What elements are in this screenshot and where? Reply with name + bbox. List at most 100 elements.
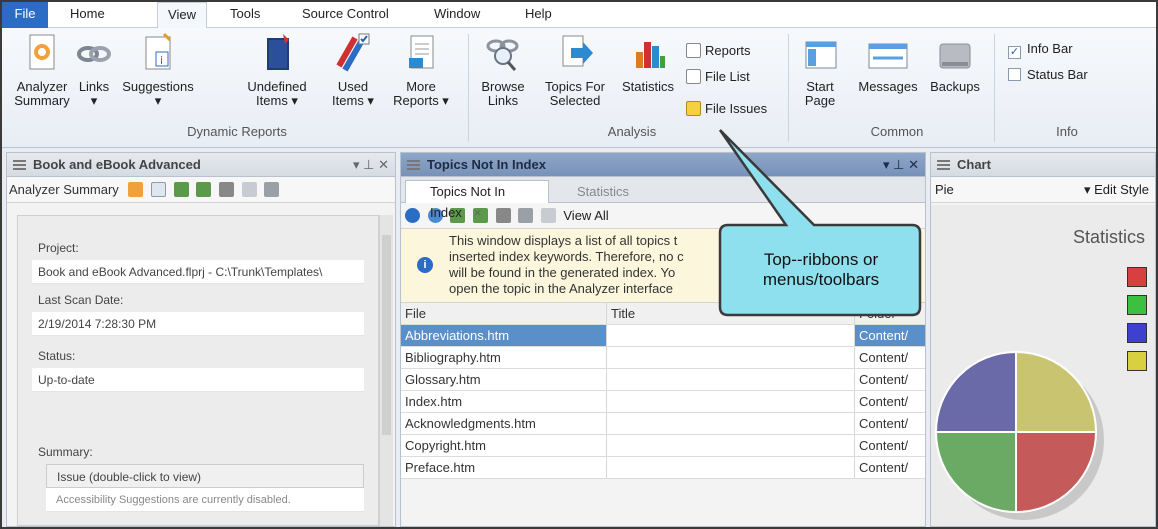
topics-for-selected-label1: Topics For <box>545 79 605 94</box>
analyzer-summary-toolbar-label: Analyzer Summary <box>9 182 119 197</box>
menu-bar: File Home View Tools Source Control Wind… <box>2 2 1156 29</box>
options-icon[interactable] <box>518 208 534 223</box>
pane-menu-icon[interactable] <box>407 160 420 170</box>
start-page-button[interactable]: Start Page <box>800 32 840 108</box>
print-icon[interactable] <box>495 208 511 223</box>
undefined-items-button[interactable]: Undefined Items ▾ <box>242 32 312 108</box>
browse-links-button[interactable]: Browse Links <box>476 32 530 108</box>
menu-source-control[interactable]: Source Control <box>302 2 389 28</box>
summary-icon[interactable] <box>128 182 144 197</box>
suggestions-button[interactable]: i Suggestions ▾ <box>118 32 198 108</box>
cell-folder: Content/ <box>855 435 925 456</box>
options-icon[interactable] <box>264 182 280 197</box>
cell-folder: Content/ <box>855 413 925 434</box>
used-items-button[interactable]: Used Items ▾ <box>328 32 378 108</box>
topics-for-selected-icon <box>562 35 593 67</box>
undefined-items-icon <box>267 34 289 70</box>
column-title[interactable]: Title <box>607 303 855 324</box>
analyzer-summary-label2: Summary <box>14 93 70 108</box>
column-folder[interactable]: Folder <box>855 303 925 324</box>
reports-button[interactable]: Reports <box>686 42 751 60</box>
dynamic-reports-group-label: Dynamic Reports <box>187 124 287 139</box>
pane-menu-icon[interactable] <box>937 160 950 170</box>
start-page-label1: Start <box>806 79 834 94</box>
topics-for-selected-button[interactable]: Topics For Selected <box>536 32 614 108</box>
table-header: File Title Folder <box>401 303 925 325</box>
menu-home[interactable]: Home <box>70 2 105 28</box>
pane-controls[interactable]: ▾ ⊥ ✕ <box>353 153 389 177</box>
cell-folder: Content/ <box>855 391 925 412</box>
legend-swatch <box>1127 267 1147 287</box>
status-bar-check-icon <box>1008 68 1021 81</box>
analyzer-summary-button[interactable]: Analyzer Summary <box>14 32 70 108</box>
legend-swatch <box>1127 295 1147 315</box>
backups-button[interactable]: Backups <box>926 32 984 94</box>
cell-title <box>607 457 855 478</box>
scroll-thumb[interactable] <box>382 235 391 435</box>
file-issues-button[interactable]: File Issues <box>686 100 767 118</box>
left-pane: Book and eBook Advanced ▾ ⊥ ✕ Analyzer S… <box>6 152 396 527</box>
menu-file[interactable]: File <box>2 2 48 28</box>
table-row[interactable]: Acknowledgments.htm Content/ <box>401 413 925 435</box>
chart-toolbar: Pie ▾ Edit Style <box>931 177 1155 203</box>
preview-icon[interactable] <box>540 208 556 223</box>
start-page-icon <box>805 41 837 69</box>
info-icon[interactable] <box>405 208 420 223</box>
scan-date-value: 2/19/2014 7:28:30 PM <box>32 312 364 336</box>
undefined-items-label1: Undefined <box>247 79 307 94</box>
pane-menu-icon[interactable] <box>13 160 26 170</box>
right-pane: Chart Pie ▾ Edit Style Statistics <box>930 152 1156 527</box>
links-button[interactable]: Links ▾ <box>72 32 116 108</box>
pie-slice <box>934 431 1017 514</box>
tab-close-icon[interactable]: × <box>474 205 482 220</box>
tab-statistics[interactable]: Statistics <box>555 182 655 202</box>
left-scrollbar[interactable] <box>379 215 393 526</box>
cell-file: Index.htm <box>401 391 607 412</box>
menu-tools[interactable]: Tools <box>230 2 260 28</box>
ribbon-separator <box>994 34 995 142</box>
table-row[interactable]: Glossary.htm Content/ <box>401 369 925 391</box>
menu-window[interactable]: Window <box>434 2 480 28</box>
print-icon[interactable] <box>218 182 234 197</box>
backups-icon <box>939 43 971 69</box>
file-list-button[interactable]: File List <box>686 68 750 86</box>
table-row[interactable]: Preface.htm Content/ <box>401 457 925 479</box>
pane-controls[interactable]: ▾ ⊥ ✕ <box>883 153 919 177</box>
info-bar-checkbox[interactable]: ✓ Info Bar <box>1008 40 1073 59</box>
table-body: Abbreviations.htm Content/Bibliography.ht… <box>401 325 925 479</box>
more-reports-button[interactable]: More Reports ▾ <box>384 32 458 108</box>
table-row[interactable]: Copyright.htm Content/ <box>401 435 925 457</box>
status-bar-checkbox[interactable]: Status Bar <box>1008 66 1088 84</box>
column-file[interactable]: File <box>401 303 607 324</box>
table-row[interactable]: Bibliography.htm Content/ <box>401 347 925 369</box>
summary-header[interactable]: Issue (double-click to view) <box>46 464 364 488</box>
cell-folder: Content/ <box>855 457 925 478</box>
export-icon[interactable] <box>173 182 189 197</box>
left-pane-title-bar: Book and eBook Advanced ▾ ⊥ ✕ <box>7 153 395 177</box>
start-page-label2: Page <box>804 93 836 108</box>
cell-folder: Content/ <box>855 325 925 346</box>
list-icon[interactable] <box>151 182 167 197</box>
messages-button[interactable]: Messages <box>854 32 922 94</box>
chart-type-select[interactable]: Pie <box>935 177 954 203</box>
backups-label: Backups <box>930 79 980 94</box>
view-all-button[interactable]: View All <box>563 208 608 223</box>
cell-file: Abbreviations.htm <box>401 325 607 346</box>
file-list-icon <box>686 69 701 84</box>
preview-icon[interactable] <box>241 182 257 197</box>
ribbon: Analyzer Summary Links ▾ i Suggestions ▾… <box>2 28 1156 148</box>
table-row[interactable]: Abbreviations.htm Content/ <box>401 325 925 347</box>
left-pane-title: Book and eBook Advanced <box>33 157 201 172</box>
tab-topics-not-in-index[interactable]: Topics Not In Index × <box>405 180 549 220</box>
callout-line1: Top--ribbons or <box>763 250 879 269</box>
export-all-icon[interactable] <box>196 182 212 197</box>
used-items-label2: Items ▾ <box>332 93 374 108</box>
summary-row[interactable]: Accessibility Suggestions are currently … <box>46 488 364 512</box>
statistics-button[interactable]: Statistics <box>618 32 678 94</box>
chart-area: Statistics <box>931 205 1155 526</box>
menu-view[interactable]: View <box>157 2 207 29</box>
svg-text:i: i <box>160 54 163 67</box>
edit-style-button[interactable]: ▾ Edit Style <box>1084 177 1149 203</box>
menu-help[interactable]: Help <box>525 2 552 28</box>
table-row[interactable]: Index.htm Content/ <box>401 391 925 413</box>
